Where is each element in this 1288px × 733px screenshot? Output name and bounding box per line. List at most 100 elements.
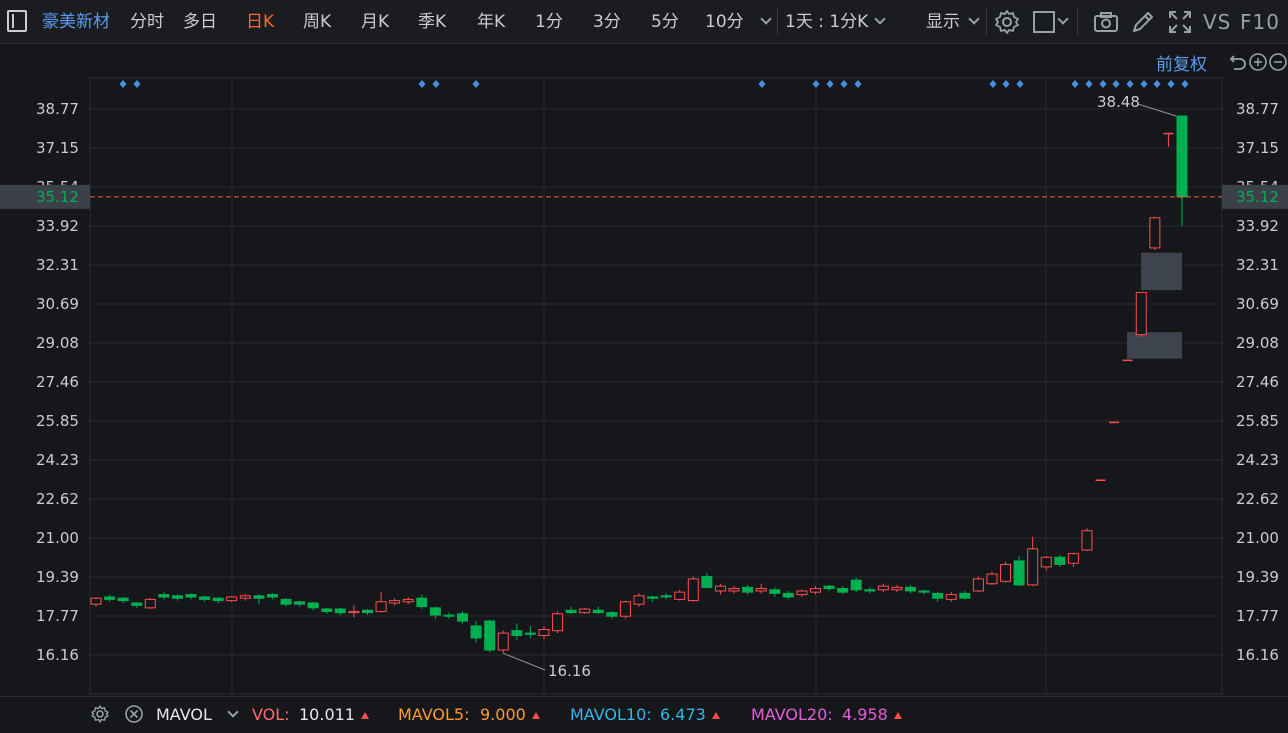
tab-quarterly-k[interactable]: 季K [418, 0, 446, 44]
f10-button[interactable]: F10 [1240, 0, 1280, 44]
candle-body-down [117, 597, 129, 602]
candle-body-down [864, 589, 876, 592]
mavol10-value-group: 6.473 [660, 697, 720, 732]
price-gap-box [1127, 332, 1182, 359]
candle-body-up [1135, 291, 1147, 336]
tab-weekly-k[interactable]: 周K [303, 0, 331, 44]
right-axis-tick: 30.69 [1236, 295, 1279, 313]
signal-marker-diamond [418, 80, 426, 88]
mavol20-label: MAVOL20: [751, 697, 833, 732]
signal-marker-diamond [1140, 80, 1148, 88]
candle-body-up [728, 588, 740, 592]
candle-body-up [1081, 530, 1093, 551]
vol-value: 10.011 [299, 705, 355, 724]
candle-body-down [1176, 115, 1188, 198]
mavol20-value-group: 4.958 [842, 697, 902, 732]
display-chevron-icon[interactable] [968, 13, 980, 25]
tab-10min[interactable]: 10分 [705, 0, 744, 44]
candle-body-up [619, 601, 631, 617]
zoom-in-icon[interactable] [1248, 52, 1268, 72]
tab-daily-k[interactable]: 日K [246, 0, 274, 44]
candle-body-down [131, 602, 143, 606]
candle-body-down [918, 590, 930, 593]
candle-body-down [185, 594, 197, 598]
signal-marker-diamond [133, 80, 141, 88]
layout-square-icon[interactable] [1031, 8, 1059, 36]
candle-body-down [647, 596, 659, 599]
grid-lines [89, 77, 1223, 695]
mavol5-label-text: MAVOL5: [398, 705, 470, 724]
candle-body-down [660, 595, 672, 598]
price-gap-box [1141, 252, 1182, 291]
kline-chart-svg[interactable]: 38.4816.16 38.7738.7737.1537.1535.5435.5… [0, 44, 1288, 700]
layout-chevron-icon[interactable] [1057, 13, 1069, 25]
left-current-price-label: 35.12 [36, 188, 79, 206]
vol-up-arrow-icon [360, 712, 369, 719]
stock-name[interactable]: 豪美新材 [42, 0, 110, 44]
mavol10-label-text: MAVOL10: [570, 705, 652, 724]
mavol10-value: 6.473 [660, 705, 706, 724]
signal-marker-diamond [826, 80, 834, 88]
tab-multi-day[interactable]: 多日 [183, 0, 217, 44]
price-adjust-selector[interactable]: 前复权 [1156, 50, 1207, 75]
candle-body-down [158, 594, 170, 598]
settings-gear-icon[interactable] [993, 8, 1021, 36]
toolbar-divider [1077, 9, 1078, 35]
left-axis-tick: 16.16 [36, 646, 79, 664]
right-axis-tick: 32.31 [1236, 256, 1279, 274]
signal-marker-diamond [1181, 80, 1189, 88]
indicator-settings-icon[interactable] [90, 704, 110, 724]
interval-chevron-icon[interactable] [874, 13, 886, 25]
candle-body-down [457, 613, 469, 622]
candle-body-up [144, 598, 156, 609]
candle-body-down [429, 607, 441, 616]
candle-body-down [362, 609, 373, 614]
candle-body-up [1000, 563, 1012, 582]
sidebar-toggle-icon[interactable] [7, 10, 27, 32]
right-axis-tick: 33.92 [1236, 217, 1279, 235]
signal-marker-diamond [812, 80, 820, 88]
candle-body-up [389, 600, 401, 604]
close-indicator-icon[interactable] [124, 704, 144, 724]
tab-1min[interactable]: 1分 [535, 0, 563, 44]
candle-body-down [511, 630, 523, 636]
indicator-chevron-icon[interactable] [227, 706, 239, 718]
tab-5min[interactable]: 5分 [651, 0, 679, 44]
kline-chart[interactable]: 38.4816.16 38.7738.7737.1537.1535.5435.5… [0, 44, 1288, 700]
candle-body-down [565, 609, 577, 614]
candle-body-down [1054, 556, 1066, 565]
candle-body-down [782, 592, 794, 598]
candle-body-down [823, 585, 835, 590]
more-periods-chevron-icon[interactable] [760, 13, 772, 25]
tab-monthly-k[interactable]: 月K [361, 0, 389, 44]
tab-3min[interactable]: 3分 [593, 0, 621, 44]
tab-yearly-k[interactable]: 年K [477, 0, 505, 44]
mavol20-value: 4.958 [842, 705, 888, 724]
candle-body-up [579, 608, 591, 614]
pencil-draw-icon[interactable] [1129, 8, 1157, 36]
signal-marker-diamond [989, 80, 997, 88]
candle-body-up [877, 585, 889, 591]
candle-body-down [606, 612, 618, 617]
indicator-name[interactable]: MAVOL [156, 697, 212, 732]
zoom-out-icon[interactable] [1268, 52, 1288, 72]
interval-selector[interactable]: 1天 : 1分K [785, 0, 868, 44]
vs-compare-button[interactable]: VS [1203, 0, 1231, 44]
candle-body-up [1067, 553, 1079, 564]
mavol5-value-group: 9.000 [480, 697, 540, 732]
right-axis-tick: 37.15 [1236, 139, 1279, 157]
candle-body-down [932, 592, 944, 599]
undo-icon[interactable] [1228, 52, 1248, 72]
price-gaps [1127, 252, 1182, 359]
candle-body-down [905, 586, 916, 592]
candle-body-down [104, 596, 116, 600]
candle-body-down [443, 614, 455, 617]
candle-body-up [348, 610, 360, 614]
left-axis-tick: 37.15 [36, 139, 79, 157]
mavol5-label: MAVOL5: [398, 697, 469, 732]
fullscreen-expand-icon[interactable] [1166, 8, 1194, 36]
camera-icon[interactable] [1092, 8, 1120, 36]
right-current-price-label: 35.12 [1236, 188, 1279, 206]
display-menu[interactable]: 显示 [926, 0, 960, 44]
tab-intraday[interactable]: 分时 [130, 0, 164, 44]
